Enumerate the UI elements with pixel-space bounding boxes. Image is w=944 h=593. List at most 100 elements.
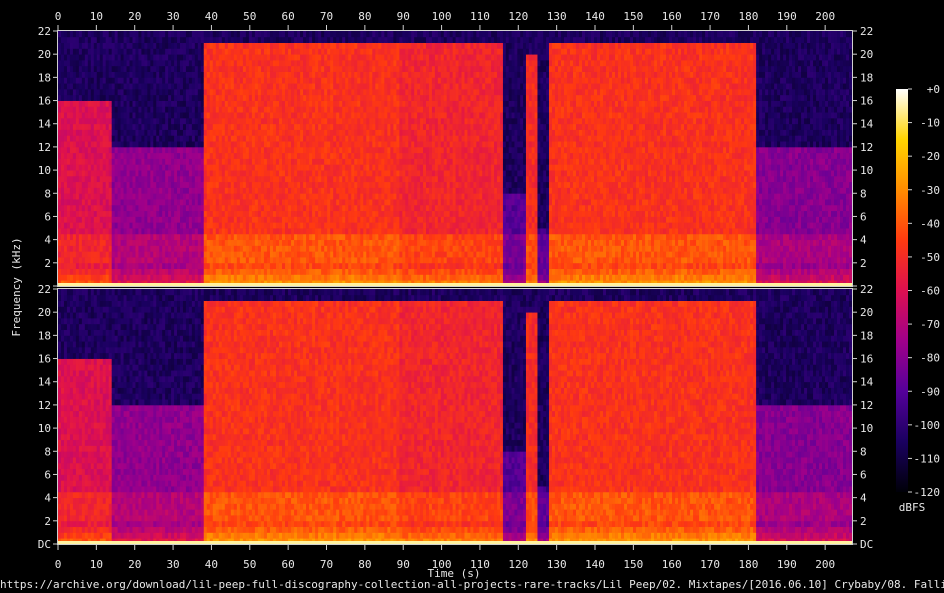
spectrum-cell <box>206 146 211 154</box>
spectrum-cell <box>150 71 154 78</box>
spectrum-cell <box>138 216 142 223</box>
spectrum-cell <box>396 268 400 275</box>
spectrum-cell <box>177 88 181 96</box>
spectrum-cell <box>227 71 232 78</box>
spectrum-cell <box>135 199 139 206</box>
spectrum-cell <box>212 117 217 125</box>
spectrum-cell <box>168 204 172 212</box>
spectrum-cell <box>138 59 142 67</box>
spectrum-cell <box>111 239 116 246</box>
spectrum-cell <box>153 112 157 119</box>
spectrum-cell <box>174 117 178 125</box>
spectrum-cell <box>387 193 391 200</box>
spectrum-cell <box>288 31 292 38</box>
spectrum-cell <box>138 181 142 188</box>
spectrum-cell <box>306 222 310 229</box>
spectrum-cell <box>291 251 295 258</box>
spectrum-cell <box>384 222 388 229</box>
spectrum-cell <box>239 239 244 246</box>
spectrum-cell <box>230 199 235 206</box>
spectrum-cell <box>105 199 110 206</box>
spectrum-cell <box>321 36 325 43</box>
spectrum-cell <box>90 42 95 49</box>
spectrum-cell <box>360 152 364 159</box>
spectrum-cell <box>63 88 68 96</box>
spectrum-cell <box>393 274 397 281</box>
spectrum-cell <box>242 83 247 90</box>
spectrum-cell <box>177 245 181 252</box>
spectrum-cell <box>215 210 220 217</box>
spectrum-cell <box>357 210 361 217</box>
spectrum-cell <box>111 257 116 264</box>
spectrum-cell <box>300 31 304 38</box>
spectrum-cell <box>333 164 337 171</box>
spectrum-cell <box>96 112 101 119</box>
spectrum-cell <box>275 117 280 125</box>
spectrum-cell <box>168 152 172 159</box>
spectrum-cell <box>324 216 328 223</box>
spectrum-cell <box>260 48 265 55</box>
spectrum-cell <box>233 59 238 67</box>
spectrum-cell <box>239 112 244 119</box>
spectrum-cell <box>108 158 113 165</box>
spectrum-cell <box>288 210 292 217</box>
spectrum-cell <box>254 193 259 200</box>
spectrum-cell <box>254 245 259 252</box>
spectrum-cell <box>147 158 151 165</box>
spectrum-cell <box>375 158 379 165</box>
spectrum-cell <box>177 170 181 177</box>
spectrum-cell <box>203 100 208 107</box>
spectrum-cell <box>105 274 110 281</box>
spectrum-cell <box>297 199 301 206</box>
spectrum-cell <box>69 100 74 107</box>
spectrum-cell <box>117 88 122 96</box>
spectrum-cell <box>321 71 325 78</box>
spectrum-cell <box>75 31 80 38</box>
spectrum-cell <box>194 94 199 101</box>
spectrum-cell <box>236 77 241 84</box>
spectrum-cell <box>384 175 388 183</box>
spectrum-cell <box>200 100 205 107</box>
spectrum-cell <box>318 48 322 55</box>
spectrum-cell <box>381 31 385 38</box>
spectrum-cell <box>387 141 391 148</box>
spectrum-cell <box>257 199 262 206</box>
spectrum-cell <box>257 187 262 194</box>
spectrum-cell <box>147 129 151 136</box>
spectrum-cell <box>336 251 340 258</box>
spectrum-cell <box>218 135 223 142</box>
spectrum-cell <box>333 228 337 235</box>
spectrum-cell <box>303 112 307 119</box>
spectrum-cell <box>69 210 74 217</box>
spectrum-cell <box>126 181 130 188</box>
spectrum-cell <box>251 71 256 78</box>
spectrum-cell <box>69 71 74 78</box>
spectrum-cell <box>254 170 259 177</box>
spectrum-cell <box>393 42 397 49</box>
spectrum-cell <box>209 146 214 154</box>
spectrum-cell <box>87 88 92 96</box>
spectrum-cell <box>135 175 139 183</box>
spectrum-cell <box>236 164 241 171</box>
spectrum-cell <box>384 59 388 67</box>
spectrum-cell <box>123 106 127 113</box>
spectrum-cell <box>233 222 238 229</box>
spectrum-cell <box>279 239 283 246</box>
spectrum-cell <box>114 88 119 96</box>
spectrum-cell <box>360 48 364 55</box>
spectrum-cell <box>63 262 68 270</box>
spectrum-cell <box>197 112 202 119</box>
spectrum-cell <box>87 268 92 275</box>
spectrum-cell <box>58 31 62 38</box>
spectrum-cell <box>162 181 166 188</box>
spectrum-cell <box>360 199 364 206</box>
spectrum-cell <box>218 210 223 217</box>
spectrum-cell <box>254 204 259 212</box>
spectrum-cell <box>90 83 95 90</box>
spectrum-cell <box>93 199 98 206</box>
spectrum-cell <box>90 129 95 136</box>
spectrum-cell <box>69 274 74 281</box>
spectrum-cell <box>327 71 331 78</box>
spectrum-cell <box>174 100 178 107</box>
spectrum-cell <box>194 36 199 43</box>
